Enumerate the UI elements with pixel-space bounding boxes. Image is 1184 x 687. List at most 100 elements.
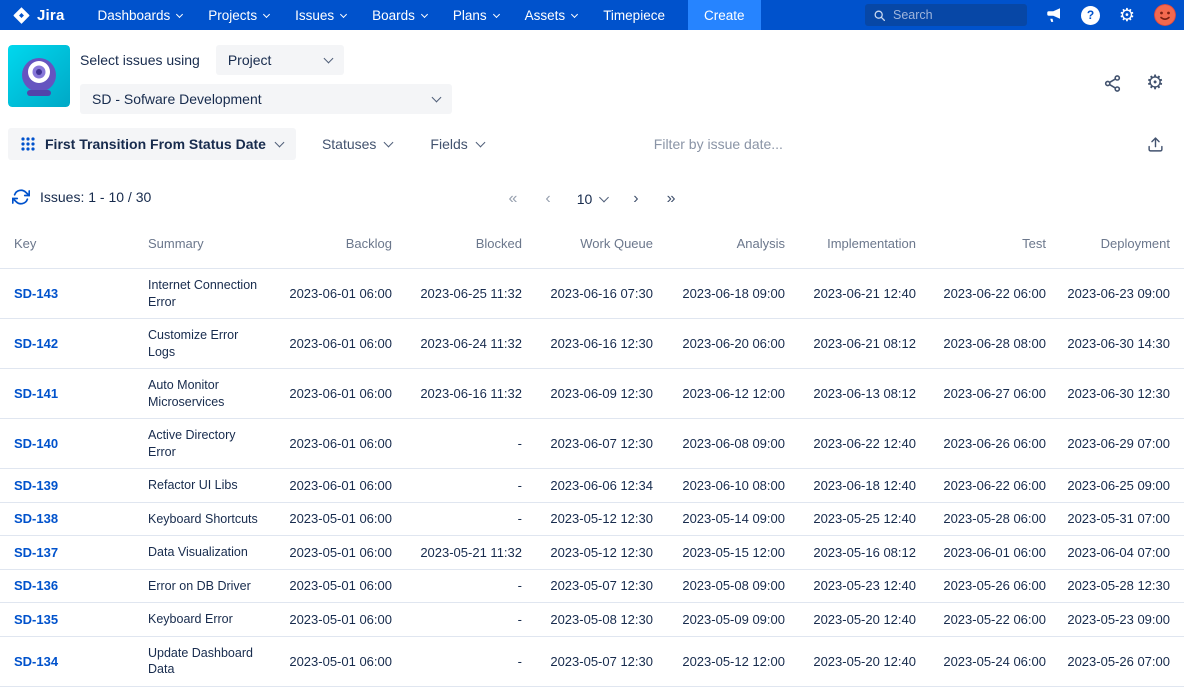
chevron-down-icon [383,137,394,147]
issue-key-link[interactable]: SD-137 [14,545,58,560]
date-cell: 2023-06-22 12:40 [793,418,924,469]
date-cell: 2023-05-23 09:00 [1054,602,1184,637]
report-header: Select issues using Project SD - Sofware… [0,30,1184,124]
settings-gear-icon[interactable]: ⚙ [1116,4,1138,26]
issue-summary: Auto Monitor Microservices [140,368,274,419]
date-cell: 2023-05-24 06:00 [924,636,1054,687]
date-cell: 2023-06-29 07:00 [1054,418,1184,469]
chevron-down-icon [263,10,271,18]
export-button[interactable] [1147,136,1164,153]
pagination-bar: Issues: 1 - 10 / 30 « ‹ 10 › » [0,176,1184,226]
create-button[interactable]: Create [687,0,761,30]
search-input[interactable] [893,8,1019,22]
header-actions: ⚙ [1103,73,1164,93]
chevron-down-icon [598,192,609,202]
pagination-controls: « ‹ 10 › » [498,189,685,209]
issue-key-link[interactable]: SD-136 [14,578,58,593]
table-row: SD-140 Active Directory Error 2023-06-01 0… [0,418,1184,469]
transition-date-field-select[interactable]: First Transition From Status Date [8,128,296,160]
column-header-summary: Summary [140,226,274,269]
jira-logo[interactable]: Jira [12,6,65,25]
issue-key-link[interactable]: SD-140 [14,436,58,451]
date-cell: 2023-05-08 09:00 [661,569,793,603]
last-page-button[interactable]: » [657,189,686,209]
jira-logo-icon [13,6,30,24]
date-cell: - [400,502,530,536]
nav-item-assets[interactable]: Assets [512,0,591,30]
date-cell: 2023-05-20 12:40 [793,602,924,637]
table-row: SD-137 Data Visualization 2023-05-01 06:00… [0,535,1184,570]
column-header-deployment: Deployment [1054,226,1184,269]
table-row: SD-135 Keyboard Error 2023-05-01 06:00-202… [0,602,1184,637]
date-cell: 2023-05-01 06:00 [274,569,400,603]
share-button[interactable] [1103,74,1122,93]
issue-key-link[interactable]: SD-143 [14,286,58,301]
export-icon [1148,136,1163,152]
prev-page-button[interactable]: ‹ [535,189,560,209]
date-cell: 2023-06-28 08:00 [924,318,1054,369]
date-cell: 2023-05-21 11:32 [400,535,530,570]
date-cell: 2023-06-13 08:12 [793,368,924,419]
table-row: SD-139 Refactor UI Libs 2023-06-01 06:00-2… [0,468,1184,503]
nav-item-projects[interactable]: Projects [195,0,282,30]
issue-key-link[interactable]: SD-139 [14,478,58,493]
date-cell: 2023-06-01 06:00 [274,318,400,369]
date-cell: 2023-05-20 12:40 [793,636,924,687]
nav-item-issues[interactable]: Issues [282,0,359,30]
report-settings-gear-icon[interactable]: ⚙ [1146,73,1164,93]
feedback-megaphone-icon[interactable] [1043,4,1065,26]
global-search[interactable] [865,4,1027,26]
nav-item-dashboards[interactable]: Dashboards [85,0,196,30]
nav-item-label: Boards [372,7,415,23]
date-cell: 2023-05-15 12:00 [661,535,793,570]
date-cell: 2023-06-07 12:30 [530,418,661,469]
date-cell: 2023-06-01 06:00 [274,268,400,319]
user-avatar[interactable] [1154,4,1176,26]
date-cell: 2023-06-16 07:30 [530,268,661,319]
issue-summary: Error on DB Driver [140,569,274,603]
date-cell: 2023-05-28 12:30 [1054,569,1184,603]
column-header-work-queue: Work Queue [530,226,661,269]
statuses-label: Statuses [321,136,377,152]
issue-summary: Update Dashboard Data [140,636,274,687]
chevron-down-icon [274,137,285,147]
date-cell: 2023-06-16 12:30 [530,318,661,369]
issue-summary: Data Visualization [140,535,274,570]
column-header-backlog: Backlog [274,226,400,269]
project-select[interactable]: SD - Sofware Development [80,84,452,114]
date-cell: 2023-05-12 12:30 [530,502,661,536]
date-cell: 2023-06-26 06:00 [924,418,1054,469]
date-cell: 2023-06-30 14:30 [1054,318,1184,369]
first-page-button[interactable]: « [498,189,527,209]
grid-icon [21,137,35,151]
table-row: SD-138 Keyboard Shortcuts 2023-05-01 06:00… [0,502,1184,536]
issue-key-link[interactable]: SD-135 [14,612,58,627]
issue-date-filter-input[interactable] [653,136,1135,152]
issue-key-link[interactable]: SD-141 [14,386,58,401]
date-cell: 2023-06-09 12:30 [530,368,661,419]
date-cell: 2023-06-01 06:00 [274,418,400,469]
issue-key-link[interactable]: SD-142 [14,336,58,351]
issue-source-select[interactable]: Project [215,45,344,75]
select-issues-label: Select issues using [80,52,200,68]
fields-filter[interactable]: Fields [418,136,495,152]
table-header-row: Key Summary Backlog Blocked Work Queue Analys… [0,226,1184,269]
statuses-filter[interactable]: Statuses [310,136,404,152]
table-row: SD-142 Customize Error Logs 2023-06-01 06:… [0,318,1184,369]
nav-item-label: Assets [524,7,566,23]
issue-key-link[interactable]: SD-134 [14,654,58,669]
help-icon[interactable]: ? [1081,5,1100,25]
nav-item-plans[interactable]: Plans [440,0,512,30]
page-size-select[interactable]: 10 [569,189,616,209]
date-cell: 2023-06-04 07:00 [1054,535,1184,570]
issue-key-link[interactable]: SD-138 [14,511,58,526]
next-page-button[interactable]: › [623,189,648,209]
filter-toolbar: First Transition From Status Date Status… [0,124,1184,176]
date-cell: 2023-05-12 12:00 [661,636,793,687]
refresh-button[interactable] [12,188,30,206]
date-cell: 2023-06-25 09:00 [1054,468,1184,503]
date-cell: 2023-06-27 06:00 [924,368,1054,419]
nav-item-timepiece[interactable]: Timepiece [590,0,678,30]
nav-item-boards[interactable]: Boards [359,0,440,30]
issue-source-selectors: Select issues using Project SD - Sofware… [80,45,452,114]
